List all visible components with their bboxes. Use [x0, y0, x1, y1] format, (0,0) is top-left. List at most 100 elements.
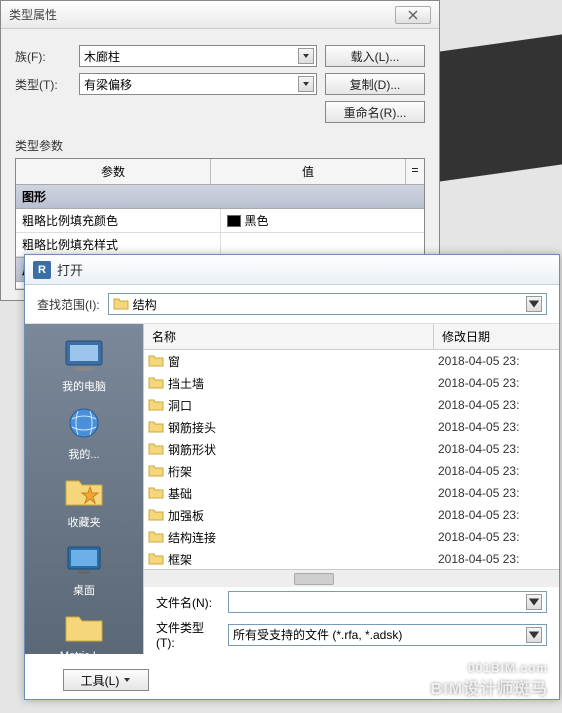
- horizontal-scrollbar[interactable]: [144, 569, 559, 587]
- type-combo[interactable]: 有梁偏移: [79, 73, 317, 95]
- file-name: 桁架: [168, 463, 192, 480]
- filename-label: 文件名(N):: [156, 594, 220, 611]
- background-3d: [422, 26, 562, 184]
- file-name: 钢筋接头: [168, 419, 216, 436]
- color-swatch: [227, 215, 241, 227]
- param-row[interactable]: 粗略比例填充颜色 黑色: [16, 209, 424, 233]
- param-name: 粗略比例填充颜色: [16, 209, 221, 232]
- file-name: 窗: [168, 353, 180, 370]
- file-row[interactable]: 窗 2018-04-05 23:: [144, 350, 559, 372]
- folder-icon: [148, 552, 164, 566]
- tools-button[interactable]: 工具(L): [63, 669, 149, 691]
- titlebar[interactable]: R 打开: [25, 255, 559, 285]
- file-row[interactable]: 钢筋接头2018-04-05 23:: [144, 416, 559, 438]
- close-button[interactable]: [395, 6, 431, 24]
- look-in-value: 结构: [133, 296, 157, 313]
- file-date: 2018-04-05 23:: [438, 530, 555, 544]
- type-label: 类型(T):: [15, 76, 79, 93]
- file-name: 挡土墙: [168, 375, 204, 392]
- chevron-down-icon: [298, 76, 314, 92]
- dialog-title: 打开: [57, 260, 83, 279]
- file-date: 2018-04-05 23:: [438, 552, 555, 566]
- filetype-combo[interactable]: 所有受支持的文件 (*.rfa, *.adsk): [228, 624, 547, 646]
- dialog-title: 类型属性: [9, 6, 57, 23]
- watermark: 001BIM.com BIM设计师斑马: [431, 661, 548, 699]
- folder-icon: [113, 297, 129, 311]
- filetype-value: 所有受支持的文件 (*.rfa, *.adsk): [233, 626, 402, 643]
- family-value: 木廊柱: [84, 48, 120, 65]
- col-eq[interactable]: =: [406, 159, 424, 184]
- file-name: 洞口: [168, 397, 192, 414]
- param-value: [221, 233, 425, 256]
- param-name: 粗略比例填充样式: [16, 233, 221, 256]
- file-row[interactable]: 基础 2018-04-05 23:: [144, 482, 559, 504]
- filetype-label: 文件类型(T):: [156, 619, 220, 650]
- app-icon: R: [33, 261, 51, 279]
- file-row[interactable]: 钢筋形状 2018-04-05 23:: [144, 438, 559, 460]
- file-name: 框架: [168, 551, 192, 568]
- file-list[interactable]: 窗2018-04-05 23:挡土墙2018-04-05 23:洞口2018-0…: [144, 350, 559, 569]
- folder-icon: [148, 442, 164, 456]
- file-date: 2018-04-05 23:: [438, 486, 555, 500]
- titlebar[interactable]: 类型属性: [1, 1, 439, 29]
- chevron-down-icon: [526, 296, 542, 312]
- folder-icon: [148, 376, 164, 390]
- file-row[interactable]: 桁架 2018-04-05 23:: [144, 460, 559, 482]
- family-label: 族(F):: [15, 48, 79, 65]
- family-combo[interactable]: 木廊柱: [79, 45, 317, 67]
- file-row[interactable]: 加强板 2018-04-05 23:: [144, 504, 559, 526]
- place-desktop[interactable]: 桌面: [25, 536, 143, 602]
- col-date[interactable]: 修改日期: [434, 324, 559, 349]
- scrollbar-thumb[interactable]: [294, 573, 334, 585]
- folder-icon: [148, 530, 164, 544]
- favorites-folder-icon: [62, 473, 106, 511]
- file-date: 2018-04-05 23:: [438, 464, 555, 478]
- folder-icon: [62, 609, 106, 647]
- close-icon: [408, 10, 418, 20]
- chevron-down-icon: [298, 48, 314, 64]
- places-bar: 我的电脑 我的... 收藏夹 桌面 Metric L...: [25, 324, 143, 654]
- place-library[interactable]: Metric L...: [25, 604, 143, 654]
- look-in-label: 查找范围(I):: [37, 296, 100, 313]
- col-value[interactable]: 值: [211, 159, 406, 184]
- file-row[interactable]: 洞口 2018-04-05 23:: [144, 394, 559, 416]
- rename-button[interactable]: 重命名(R)...: [325, 101, 425, 123]
- type-value: 有梁偏移: [84, 76, 132, 93]
- chevron-down-icon: [526, 627, 542, 643]
- type-params-label: 类型参数: [15, 137, 425, 154]
- globe-icon: [62, 405, 106, 443]
- duplicate-button[interactable]: 复制(D)...: [325, 73, 425, 95]
- computer-icon: [62, 337, 106, 375]
- file-date: 2018-04-05 23:: [438, 354, 555, 368]
- group-graphics[interactable]: 图形: [16, 184, 424, 209]
- load-button[interactable]: 载入(L)...: [325, 45, 425, 67]
- file-name: 基础: [168, 485, 192, 502]
- folder-icon: [148, 486, 164, 500]
- desktop-icon: [62, 541, 106, 579]
- place-favorites[interactable]: 收藏夹: [25, 468, 143, 534]
- param-value: 黑色: [245, 212, 269, 229]
- folder-icon: [148, 508, 164, 522]
- folder-icon: [148, 464, 164, 478]
- col-param[interactable]: 参数: [16, 159, 211, 184]
- file-name: 加强板: [168, 507, 204, 524]
- folder-icon: [148, 420, 164, 434]
- look-in-combo[interactable]: 结构: [108, 293, 547, 315]
- folder-icon: [148, 398, 164, 412]
- place-my-computer[interactable]: 我的电脑: [25, 332, 143, 398]
- file-row[interactable]: 框架 2018-04-05 23:: [144, 548, 559, 569]
- file-date: 2018-04-05 23:: [438, 442, 555, 456]
- chevron-down-icon: [526, 594, 542, 610]
- filename-input[interactable]: [228, 591, 547, 613]
- file-date: 2018-04-05 23:: [438, 398, 555, 412]
- place-network[interactable]: 我的...: [25, 400, 143, 466]
- file-name: 结构连接: [168, 529, 216, 546]
- folder-icon: [148, 354, 164, 368]
- file-date: 2018-04-05 23:: [438, 508, 555, 522]
- file-row[interactable]: 挡土墙2018-04-05 23:: [144, 372, 559, 394]
- col-name[interactable]: 名称: [144, 324, 434, 349]
- file-row[interactable]: 结构连接 2018-04-05 23:: [144, 526, 559, 548]
- open-dialog: R 打开 查找范围(I): 结构 我的电脑 我的... 收藏夹: [24, 254, 560, 700]
- file-name: 钢筋形状: [168, 441, 216, 458]
- chevron-down-icon: [123, 676, 131, 684]
